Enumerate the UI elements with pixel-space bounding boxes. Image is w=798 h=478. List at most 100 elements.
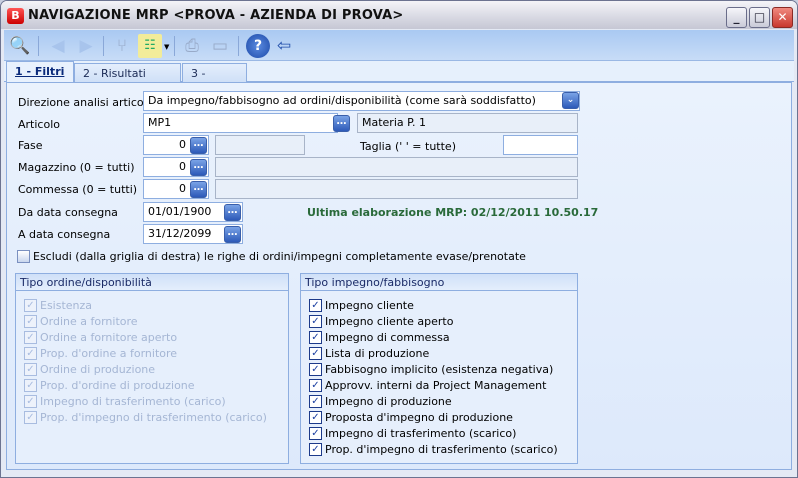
checkbox-checked-icon[interactable]: ✓ bbox=[309, 346, 322, 360]
minimize-button[interactable]: _ bbox=[726, 7, 747, 28]
direzione-label: Direzione analisi articolo bbox=[18, 96, 154, 109]
checkbox-label: Prop. d'ordine di produzione bbox=[40, 378, 195, 392]
checkbox-checked-icon[interactable]: ✓ bbox=[309, 314, 322, 328]
checkbox-item: ✓ Prop. d'impegno di trasferimento (caric… bbox=[24, 409, 288, 425]
checkbox-item: ✓ Ordine a fornitore bbox=[24, 313, 288, 329]
checkbox-item[interactable]: ✓ Fabbisogno implicito (esistenza negativ… bbox=[309, 361, 577, 377]
checkbox-item: ✓ Prop. d'ordine di produzione bbox=[24, 377, 288, 393]
tipo-ordine-title: Tipo ordine/disponibilità bbox=[16, 274, 288, 291]
checkbox-item: ✓ Prop. d'ordine a fornitore bbox=[24, 345, 288, 361]
checkbox-label: Impegno di produzione bbox=[325, 394, 452, 408]
toolbar: 🔍 ◀ ▶ ⑂ ☷ ▼ ⎙ ▭ ? ⇦ bbox=[4, 30, 794, 61]
da-data-label: Da data consegna bbox=[18, 206, 118, 219]
checkbox-label: Ordine a fornitore aperto bbox=[40, 330, 178, 344]
checkbox-item: ✓ Ordine a fornitore aperto bbox=[24, 329, 288, 345]
checkbox-item[interactable]: ✓ Impegno cliente bbox=[309, 297, 577, 313]
maximize-button[interactable]: □ bbox=[749, 7, 770, 28]
forward-icon[interactable]: ▶ bbox=[74, 34, 98, 58]
checkbox-checked-icon[interactable]: ✓ bbox=[309, 394, 322, 408]
fase-label: Fase bbox=[18, 139, 43, 152]
fase-lookup-button[interactable]: … bbox=[190, 137, 207, 154]
escludi-label: Escludi (dalla griglia di destra) le rig… bbox=[33, 249, 526, 263]
checkbox-label: Lista di produzione bbox=[325, 346, 430, 360]
checkbox-checked-icon: ✓ bbox=[24, 410, 37, 424]
direzione-select[interactable]: Da impegno/fabbisogno ad ordini/disponib… bbox=[143, 91, 580, 111]
checkbox-label: Fabbisogno implicito (esistenza negativa… bbox=[325, 362, 554, 376]
checkbox-label: Impegno cliente aperto bbox=[325, 314, 454, 328]
articolo-description: Materia P. 1 bbox=[357, 113, 578, 133]
checkbox-item[interactable]: ✓ Impegno di commessa bbox=[309, 329, 577, 345]
checkbox-label: Prop. d'ordine a fornitore bbox=[40, 346, 178, 360]
separator bbox=[238, 36, 239, 56]
checkbox-label: Ordine a fornitore bbox=[40, 314, 138, 328]
app-icon: B bbox=[7, 8, 24, 24]
checkbox-label: Impegno di trasferimento (scarico) bbox=[325, 426, 517, 440]
tipo-impegno-title: Tipo impegno/fabbisogno bbox=[301, 274, 577, 291]
checkbox-checked-icon: ✓ bbox=[24, 298, 37, 312]
checkbox-item[interactable]: ✓ Impegno cliente aperto bbox=[309, 313, 577, 329]
checkbox-checked-icon[interactable]: ✓ bbox=[309, 410, 322, 424]
tab-filtri[interactable]: 1 - Filtri bbox=[6, 61, 74, 83]
commessa-description bbox=[215, 179, 578, 199]
checkbox-checked-icon[interactable]: ✓ bbox=[309, 330, 322, 344]
tab-risultati-ricerca[interactable]: 2 - Risultati ricerca bbox=[74, 63, 181, 93]
checkbox-label: Impegno cliente bbox=[325, 298, 414, 312]
close-button[interactable]: ✕ bbox=[772, 7, 793, 28]
checkbox-item[interactable]: ✓ Impegno di trasferimento (scarico) bbox=[309, 425, 577, 441]
separator bbox=[174, 36, 175, 56]
checkbox-item[interactable]: ✓ Lista di produzione bbox=[309, 345, 577, 361]
title-bar: B NAVIGAZIONE MRP <PROVA - AZIENDA DI PR… bbox=[1, 1, 797, 29]
taglia-input[interactable] bbox=[503, 135, 578, 155]
magazzino-lookup-button[interactable]: … bbox=[190, 159, 207, 176]
checkbox-item[interactable]: ✓ Prop. d'impegno di trasferimento (scari… bbox=[309, 441, 577, 457]
checkbox-item: ✓ Ordine di produzione bbox=[24, 361, 288, 377]
tree-icon[interactable]: ⑂ bbox=[110, 34, 134, 58]
articolo-label: Articolo bbox=[18, 118, 60, 131]
checkbox-item[interactable]: ✓ Impegno di produzione bbox=[309, 393, 577, 409]
a-data-calendar-button[interactable]: … bbox=[224, 226, 241, 243]
tipo-impegno-group: Tipo impegno/fabbisogno ✓ Impegno cliente… bbox=[300, 273, 578, 464]
checkbox-item[interactable]: ✓ Proposta d'impegno di produzione bbox=[309, 409, 577, 425]
checkbox-label: Prop. d'impegno di trasferimento (carico… bbox=[40, 410, 267, 424]
exit-icon[interactable]: ⇦ bbox=[272, 34, 296, 58]
checkbox-item: ✓ Impegno di trasferimento (carico) bbox=[24, 393, 288, 409]
checkbox-checked-icon[interactable]: ✓ bbox=[309, 442, 322, 456]
list-icon[interactable]: ☷ bbox=[138, 34, 162, 58]
checkbox-checked-icon[interactable]: ✓ bbox=[309, 298, 322, 312]
separator bbox=[38, 36, 39, 56]
direzione-value: Da impegno/fabbisogno ad ordini/disponib… bbox=[148, 94, 536, 107]
help-icon[interactable]: ? bbox=[246, 34, 270, 58]
chevron-down-icon[interactable]: ⌄ bbox=[562, 92, 579, 109]
articolo-lookup-button[interactable]: … bbox=[333, 115, 350, 132]
checkbox-checked-icon: ✓ bbox=[24, 314, 37, 328]
checkbox-item[interactable]: ✓ Approvv. interni da Project Management bbox=[309, 377, 577, 393]
checkbox-label: Ordine di produzione bbox=[40, 362, 156, 376]
print-icon[interactable]: ⎙ bbox=[180, 34, 204, 58]
separator bbox=[103, 36, 104, 56]
articolo-input[interactable]: MP1 bbox=[143, 113, 338, 133]
back-icon[interactable]: ◀ bbox=[46, 34, 70, 58]
magazzino-label: Magazzino (0 = tutti) bbox=[18, 161, 135, 174]
tab-flusso[interactable]: 3 - Flusso bbox=[182, 63, 247, 93]
checkbox-checked-icon[interactable]: ✓ bbox=[309, 378, 322, 392]
tab-bar: 1 - Filtri 2 - Risultati ricerca 3 - Flu… bbox=[4, 61, 794, 93]
escludi-checkbox[interactable]: Escludi (dalla griglia di destra) le rig… bbox=[17, 248, 526, 264]
checkbox-checked-icon: ✓ bbox=[24, 394, 37, 408]
monitor-icon[interactable]: ▭ bbox=[208, 34, 232, 58]
magazzino-description bbox=[215, 157, 578, 177]
checkbox-unchecked-icon[interactable] bbox=[17, 249, 30, 263]
chevron-down-icon[interactable]: ▼ bbox=[164, 43, 169, 51]
commessa-lookup-button[interactable]: … bbox=[190, 181, 207, 198]
checkbox-checked-icon: ✓ bbox=[24, 346, 37, 360]
checkbox-label: Prop. d'impegno di trasferimento (scaric… bbox=[325, 442, 558, 456]
checkbox-checked-icon[interactable]: ✓ bbox=[309, 362, 322, 376]
checkbox-checked-icon[interactable]: ✓ bbox=[309, 426, 322, 440]
checkbox-checked-icon: ✓ bbox=[24, 378, 37, 392]
taglia-label: Taglia (' ' = tutte) bbox=[360, 140, 456, 153]
checkbox-label: Approvv. interni da Project Management bbox=[325, 378, 547, 392]
a-data-label: A data consegna bbox=[18, 228, 111, 241]
da-data-calendar-button[interactable]: … bbox=[224, 204, 241, 221]
binoculars-icon[interactable]: 🔍 bbox=[8, 34, 32, 58]
checkbox-label: Impegno di commessa bbox=[325, 330, 450, 344]
checkbox-label: Proposta d'impegno di produzione bbox=[325, 410, 513, 424]
